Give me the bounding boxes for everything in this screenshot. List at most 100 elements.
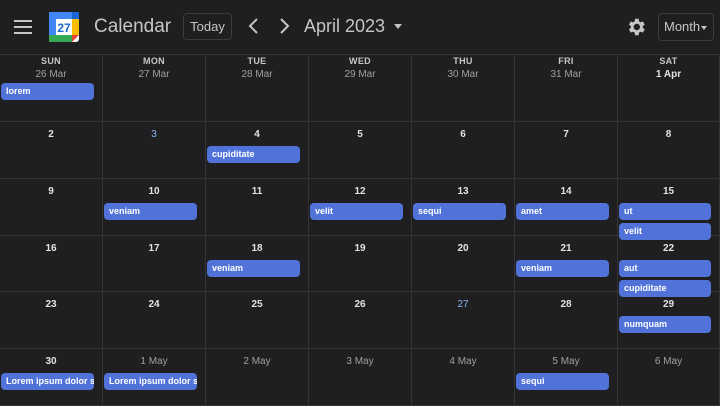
- day-cell[interactable]: 27: [412, 292, 515, 349]
- day-cell[interactable]: FRI 31 Mar: [515, 55, 618, 122]
- main-menu-button[interactable]: [13, 17, 33, 37]
- day-number[interactable]: 2 May: [206, 356, 308, 367]
- day-number[interactable]: 5: [309, 129, 411, 140]
- settings-gear-icon[interactable]: [625, 16, 647, 38]
- current-month-label[interactable]: April 2023: [304, 16, 385, 37]
- day-cell[interactable]: 20: [412, 236, 515, 292]
- event-chip[interactable]: sequi: [413, 203, 506, 220]
- day-cell[interactable]: 15 ut velit: [618, 179, 720, 240]
- today-button[interactable]: Today: [183, 13, 232, 40]
- day-number[interactable]: 28 Mar: [206, 69, 308, 80]
- day-cell[interactable]: MON 27 Mar: [103, 55, 206, 122]
- day-cell[interactable]: WED 29 Mar: [309, 55, 412, 122]
- day-number[interactable]: 1 May: [103, 356, 205, 367]
- day-cell[interactable]: 3: [103, 122, 206, 179]
- event-chip[interactable]: sequi: [516, 373, 609, 390]
- event-chip[interactable]: Lorem ipsum dolor si: [1, 373, 94, 390]
- day-cell[interactable]: 1 May Lorem ipsum dolor si: [103, 349, 206, 406]
- next-month-button[interactable]: [274, 16, 294, 36]
- day-number[interactable]: 28: [515, 299, 617, 310]
- day-cell[interactable]: TUE 28 Mar: [206, 55, 309, 122]
- day-cell[interactable]: 26: [309, 292, 412, 349]
- day-cell[interactable]: 7: [515, 122, 618, 179]
- day-cell[interactable]: 12 velit: [309, 179, 412, 236]
- day-cell[interactable]: 30 Lorem ipsum dolor si: [0, 349, 103, 406]
- day-number[interactable]: 18: [206, 243, 308, 254]
- day-number[interactable]: 13: [412, 186, 514, 197]
- day-number[interactable]: 17: [103, 243, 205, 254]
- day-number[interactable]: 20: [412, 243, 514, 254]
- day-number[interactable]: 9: [0, 186, 102, 197]
- day-number[interactable]: 30 Mar: [412, 69, 514, 80]
- day-number[interactable]: 15: [618, 186, 719, 197]
- day-cell[interactable]: 16: [0, 236, 103, 292]
- event-chip[interactable]: velit: [310, 203, 403, 220]
- day-number[interactable]: 2: [0, 129, 102, 140]
- day-cell[interactable]: 11: [206, 179, 309, 236]
- event-chip[interactable]: Lorem ipsum dolor si: [104, 373, 197, 390]
- day-cell[interactable]: THU 30 Mar: [412, 55, 515, 122]
- day-number[interactable]: 29 Mar: [309, 69, 411, 80]
- day-number[interactable]: 12: [309, 186, 411, 197]
- day-number[interactable]: 29: [618, 299, 719, 310]
- day-number[interactable]: 21: [515, 243, 617, 254]
- day-cell[interactable]: 8: [618, 122, 720, 179]
- day-cell[interactable]: 13 sequi: [412, 179, 515, 236]
- event-chip[interactable]: cupiditate: [207, 146, 300, 163]
- day-number[interactable]: 25: [206, 299, 308, 310]
- day-number[interactable]: 3: [103, 129, 205, 140]
- event-chip[interactable]: veniam: [516, 260, 609, 277]
- day-number[interactable]: 1 Apr: [618, 69, 719, 80]
- day-cell[interactable]: 19: [309, 236, 412, 292]
- day-cell[interactable]: 6: [412, 122, 515, 179]
- day-number[interactable]: 24: [103, 299, 205, 310]
- day-cell[interactable]: SUN 26 Mar lorem: [0, 55, 103, 122]
- day-number[interactable]: 19: [309, 243, 411, 254]
- event-chip[interactable]: veniam: [207, 260, 300, 277]
- day-number[interactable]: 8: [618, 129, 719, 140]
- event-chip[interactable]: amet: [516, 203, 609, 220]
- day-number[interactable]: 22: [618, 243, 719, 254]
- day-number[interactable]: 30: [0, 356, 102, 367]
- event-chip[interactable]: aut: [619, 260, 711, 277]
- day-cell[interactable]: 18 veniam: [206, 236, 309, 292]
- view-selector-button[interactable]: Month: [658, 13, 714, 41]
- event-chip[interactable]: veniam: [104, 203, 197, 220]
- day-number[interactable]: 3 May: [309, 356, 411, 367]
- day-cell[interactable]: 23: [0, 292, 103, 349]
- day-cell[interactable]: 5 May sequi: [515, 349, 618, 406]
- day-number[interactable]: 26 Mar: [0, 69, 102, 80]
- event-chip[interactable]: ut: [619, 203, 711, 220]
- day-cell[interactable]: 24: [103, 292, 206, 349]
- day-cell[interactable]: 14 amet: [515, 179, 618, 236]
- day-number[interactable]: 31 Mar: [515, 69, 617, 80]
- day-cell[interactable]: 9: [0, 179, 103, 236]
- day-cell[interactable]: 25: [206, 292, 309, 349]
- day-cell[interactable]: 22 aut cupiditate: [618, 236, 720, 297]
- day-number[interactable]: 26: [309, 299, 411, 310]
- day-cell[interactable]: 21 veniam: [515, 236, 618, 292]
- day-cell[interactable]: 28: [515, 292, 618, 349]
- day-cell[interactable]: 2 May: [206, 349, 309, 406]
- day-number[interactable]: 6 May: [618, 356, 719, 367]
- day-number[interactable]: 4 May: [412, 356, 514, 367]
- day-number[interactable]: 5 May: [515, 356, 617, 367]
- day-number[interactable]: 14: [515, 186, 617, 197]
- previous-month-button[interactable]: [244, 16, 264, 36]
- day-cell[interactable]: 29 numquam: [618, 292, 720, 349]
- day-cell[interactable]: 3 May: [309, 349, 412, 406]
- day-cell[interactable]: 6 May: [618, 349, 720, 406]
- day-cell[interactable]: 4 May: [412, 349, 515, 406]
- day-cell[interactable]: 4 cupiditate: [206, 122, 309, 179]
- day-number[interactable]: 10: [103, 186, 205, 197]
- day-cell[interactable]: SAT 1 Apr: [618, 55, 720, 122]
- day-cell[interactable]: 10 veniam: [103, 179, 206, 236]
- day-number[interactable]: 11: [206, 186, 308, 197]
- month-dropdown-icon[interactable]: [394, 24, 402, 29]
- day-cell[interactable]: 5: [309, 122, 412, 179]
- day-number[interactable]: 23: [0, 299, 102, 310]
- day-cell[interactable]: 17: [103, 236, 206, 292]
- day-number[interactable]: 27 Mar: [103, 69, 205, 80]
- event-chip[interactable]: numquam: [619, 316, 711, 333]
- event-chip[interactable]: lorem: [1, 83, 94, 100]
